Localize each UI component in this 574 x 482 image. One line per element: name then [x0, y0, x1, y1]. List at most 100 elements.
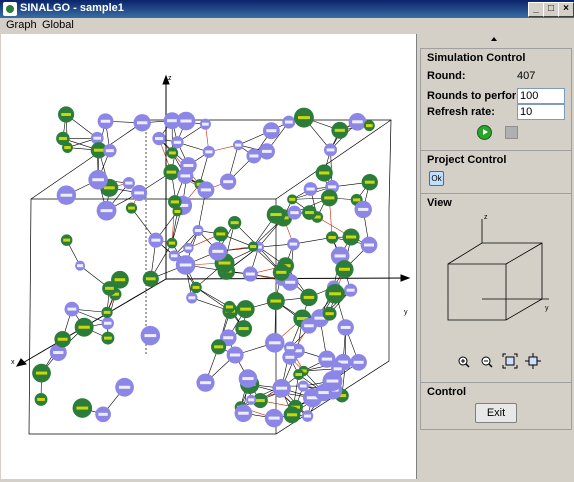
network-node[interactable]	[272, 379, 290, 397]
network-node[interactable]	[177, 112, 196, 131]
network-node[interactable]	[316, 164, 333, 181]
network-node[interactable]	[267, 292, 285, 310]
network-node[interactable]	[220, 174, 236, 190]
network-node[interactable]	[208, 242, 227, 261]
network-node[interactable]	[344, 284, 357, 297]
network-node[interactable]	[56, 132, 70, 146]
rounds-to-perform-input[interactable]: 100	[517, 88, 565, 104]
network-node[interactable]	[302, 410, 314, 422]
network-node[interactable]	[115, 378, 134, 397]
network-node[interactable]	[213, 226, 228, 241]
network-node[interactable]	[343, 228, 360, 245]
maximize-button[interactable]: □	[543, 2, 559, 17]
network-node[interactable]	[323, 307, 337, 321]
network-node[interactable]	[337, 319, 353, 335]
zoom-out-icon[interactable]	[482, 357, 492, 367]
network-node[interactable]	[168, 195, 182, 209]
network-node[interactable]	[126, 202, 137, 213]
network-node[interactable]	[101, 332, 114, 345]
network-nodes[interactable]	[32, 106, 378, 427]
close-button[interactable]: ×	[558, 2, 574, 17]
network-node[interactable]	[287, 206, 301, 220]
network-node[interactable]	[233, 140, 243, 150]
network-node[interactable]	[163, 164, 179, 180]
network-node[interactable]	[318, 350, 335, 367]
network-node[interactable]	[331, 122, 348, 139]
network-node[interactable]	[54, 331, 70, 347]
menu-graph[interactable]: Graph	[6, 19, 37, 31]
minimize-button[interactable]: _	[528, 2, 544, 17]
network-node[interactable]	[321, 189, 338, 206]
network-node[interactable]	[58, 106, 74, 122]
network-node[interactable]	[152, 132, 165, 145]
network-node[interactable]	[267, 205, 286, 224]
network-node[interactable]	[143, 271, 159, 287]
network-node[interactable]	[326, 231, 338, 243]
network-node[interactable]	[200, 119, 211, 130]
network-node[interactable]	[97, 201, 117, 221]
network-node[interactable]	[364, 120, 375, 131]
network-node[interactable]	[287, 194, 297, 204]
network-node[interactable]	[362, 174, 378, 190]
network-node[interactable]	[246, 395, 256, 405]
network-node[interactable]	[211, 339, 226, 354]
network-node[interactable]	[235, 320, 252, 337]
project-ok-button[interactable]: Ok	[429, 171, 444, 186]
network-node[interactable]	[282, 116, 295, 129]
network-node[interactable]	[103, 144, 116, 157]
network-node[interactable]	[75, 318, 94, 337]
network-node[interactable]	[61, 234, 73, 246]
network-node[interactable]	[239, 369, 258, 388]
network-node[interactable]	[171, 136, 183, 148]
network-node[interactable]	[203, 146, 215, 158]
network-node[interactable]	[243, 267, 258, 282]
network-node[interactable]	[282, 350, 297, 365]
network-node[interactable]	[300, 289, 318, 307]
network-node[interactable]	[354, 201, 371, 218]
network-node[interactable]	[350, 354, 367, 371]
network-node[interactable]	[325, 284, 345, 304]
network-node[interactable]	[273, 264, 290, 281]
network-node[interactable]	[361, 237, 378, 254]
network-node[interactable]	[265, 333, 285, 353]
network-node[interactable]	[134, 114, 151, 131]
network-node[interactable]	[196, 374, 214, 392]
exit-button[interactable]: Exit	[475, 403, 517, 423]
network-node[interactable]	[88, 170, 107, 189]
network-node[interactable]	[315, 384, 332, 401]
network-node[interactable]	[287, 238, 299, 250]
run-button[interactable]	[477, 125, 492, 140]
network-node[interactable]	[227, 346, 244, 363]
network-node[interactable]	[123, 177, 135, 189]
network-node[interactable]	[324, 143, 337, 156]
zoom-to-fit-icon[interactable]	[503, 354, 517, 368]
network-node[interactable]	[294, 108, 314, 128]
network-node[interactable]	[169, 250, 180, 261]
network-node[interactable]	[101, 307, 112, 318]
network-node[interactable]	[349, 113, 367, 131]
stop-button[interactable]	[505, 126, 518, 139]
network-node[interactable]	[302, 205, 317, 220]
network-node[interactable]	[75, 261, 85, 271]
zoom-in-icon[interactable]	[459, 357, 469, 367]
network-node[interactable]	[111, 271, 129, 289]
network-node[interactable]	[172, 206, 182, 216]
network-node[interactable]	[186, 292, 197, 303]
network-node[interactable]	[304, 182, 318, 196]
network-node[interactable]	[57, 186, 76, 205]
network-node[interactable]	[235, 404, 253, 422]
network-node[interactable]	[183, 243, 193, 253]
refresh-rate-input[interactable]: 10	[517, 104, 565, 120]
graph-canvas[interactable]: z y x	[1, 34, 417, 479]
network-node[interactable]	[223, 301, 235, 313]
network-node[interactable]	[141, 326, 161, 346]
reset-view-icon[interactable]	[525, 353, 541, 369]
network-node[interactable]	[148, 233, 163, 248]
network-node[interactable]	[259, 143, 275, 159]
network-node[interactable]	[197, 181, 214, 198]
network-node[interactable]	[284, 406, 301, 423]
network-node[interactable]	[301, 318, 317, 334]
menu-global[interactable]: Global	[42, 19, 74, 31]
network-node[interactable]	[131, 185, 147, 201]
network-node[interactable]	[102, 317, 114, 329]
